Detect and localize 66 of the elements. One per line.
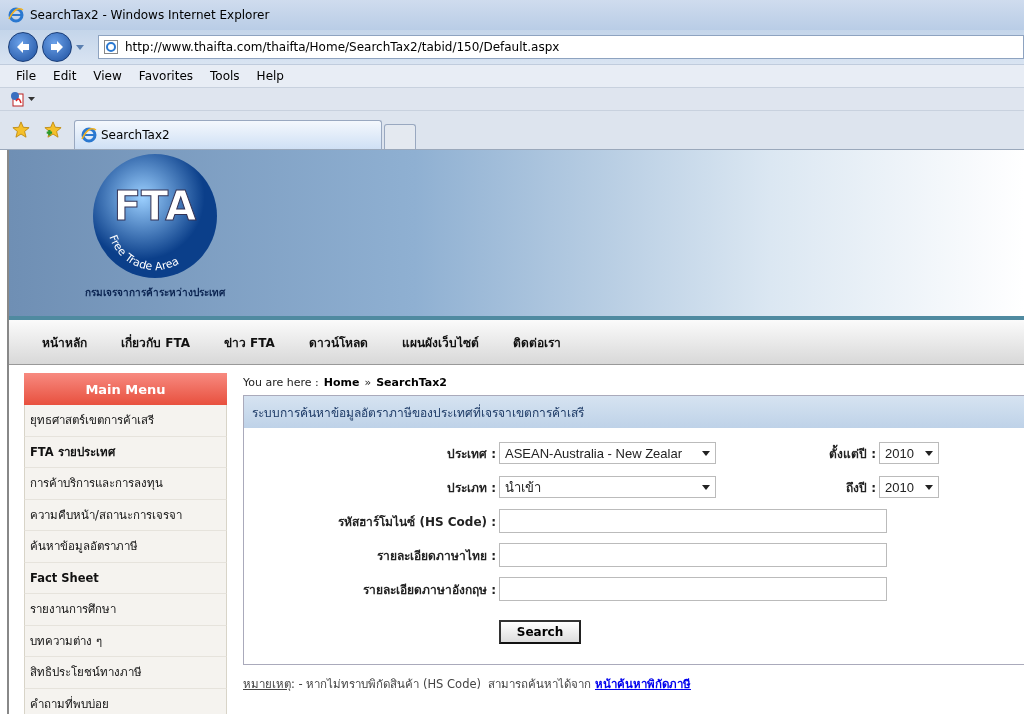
field-label: รายละเอียดภาษาไทย : bbox=[376, 547, 497, 565]
right-arrow-icon bbox=[49, 39, 65, 55]
input-field[interactable] bbox=[499, 577, 887, 601]
nav-link[interactable]: ข่าว FTA bbox=[206, 332, 292, 352]
input-field[interactable] bbox=[499, 543, 887, 567]
menu-item[interactable]: File bbox=[8, 69, 46, 83]
menu-header: Main Menu bbox=[24, 373, 227, 405]
field-label: ตั้งแต่ปี : bbox=[829, 443, 876, 463]
sidebar-item[interactable]: สิทธิประโยชน์ทางภาษี bbox=[24, 657, 227, 689]
star-icon[interactable] bbox=[12, 121, 30, 139]
menu-item[interactable]: Favorites bbox=[130, 69, 203, 83]
sidebar-item[interactable]: การค้าบริการและการลงทุน bbox=[24, 468, 227, 500]
dropdown-caret-icon bbox=[702, 484, 710, 490]
address-field[interactable]: http://www.thaifta.com/thaifta/Home/SearchTax2/tabid/150/Default.aspx bbox=[98, 35, 1024, 59]
dropdown-caret-icon bbox=[925, 484, 933, 490]
forward-button[interactable] bbox=[42, 32, 72, 62]
nav-link[interactable]: เกี่ยวกับ FTA bbox=[104, 332, 207, 352]
breadcrumb-label: You are here : bbox=[243, 376, 319, 389]
back-button[interactable] bbox=[8, 32, 38, 62]
breadcrumb-link[interactable]: Home bbox=[323, 376, 360, 389]
browser-logo-icon bbox=[8, 7, 24, 23]
sidebar-item[interactable]: บทความต่าง ๆ bbox=[24, 625, 227, 657]
breadcrumb-separator: » bbox=[364, 376, 372, 389]
dropdown[interactable]: 2010 bbox=[879, 442, 939, 464]
browser-logo-icon bbox=[81, 127, 97, 143]
input-field[interactable] bbox=[499, 509, 887, 533]
field-label: ถึงปี : bbox=[846, 479, 876, 497]
menu-item[interactable]: Help bbox=[248, 69, 293, 83]
sidebar-item[interactable]: ค้นหาข้อมูลอัตราภาษี bbox=[24, 531, 227, 563]
search-button[interactable]: Search bbox=[499, 620, 581, 644]
sidebar-item[interactable]: FTA รายประเทศ bbox=[24, 436, 227, 468]
nav-link[interactable]: ติดต่อเรา bbox=[495, 332, 578, 352]
pdf-icon[interactable] bbox=[10, 91, 36, 107]
url-text: http://www.thaifta.com/thaifta/Home/SearchTax2/tabid/150/Default.aspx bbox=[125, 40, 560, 54]
field-label: ประเภท : bbox=[446, 479, 497, 497]
sidebar-item[interactable]: Fact Sheet bbox=[24, 562, 227, 594]
note-label: หมายเหตุ bbox=[243, 677, 291, 691]
dropdown-caret-icon bbox=[925, 450, 933, 456]
dropdown[interactable]: ASEAN-Australia - New Zealar bbox=[499, 442, 716, 464]
dropdown[interactable]: นำเข้า bbox=[499, 476, 716, 498]
field-label: ประเทศ : bbox=[446, 445, 497, 463]
menu-item[interactable]: Tools bbox=[202, 69, 249, 83]
left-arrow-icon bbox=[15, 39, 31, 55]
sidebar-item[interactable]: รายงานการศึกษา bbox=[24, 594, 227, 626]
dropdown[interactable]: 2010 bbox=[879, 476, 939, 498]
browser-tab[interactable]: SearchTax2 bbox=[74, 120, 382, 149]
add-favorite-icon[interactable] bbox=[44, 121, 62, 139]
dropdown-caret-icon bbox=[702, 450, 710, 456]
menu-item[interactable]: Edit bbox=[45, 69, 86, 83]
field-label: รหัสฮาร์โมไนซ์ (HS Code) : bbox=[337, 513, 497, 531]
sidebar-item[interactable]: คำถามที่พบบ่อย bbox=[24, 688, 227, 714]
new-tab-button[interactable] bbox=[384, 124, 416, 149]
menu-item[interactable]: View bbox=[85, 69, 131, 83]
field-label: รายละเอียดภาษาอังกฤษ : bbox=[362, 581, 497, 599]
nav-link[interactable]: ดาวน์โหลด bbox=[291, 332, 385, 352]
page-icon bbox=[103, 39, 119, 55]
sidebar-item[interactable]: ความคืบหน้า/สถานะการเจรจา bbox=[24, 499, 227, 531]
breadcrumb-link[interactable]: SearchTax2 bbox=[376, 376, 447, 389]
sidebar-item[interactable]: ยุทธศาสตร์เขตการค้าเสรี bbox=[24, 405, 227, 437]
nav-link[interactable]: หน้าหลัก bbox=[25, 332, 104, 352]
window-title: SearchTax2 - Windows Internet Explorer bbox=[30, 8, 270, 22]
panel-title: ระบบการค้นหาข้อมูลอัตราภาษีของประเทศที่เจรจาเขตการค้าเสรี bbox=[244, 396, 1024, 428]
hs-code-search-link[interactable]: หน้าค้นหาพิกัดภาษี bbox=[595, 677, 691, 691]
note-text: : - หากไม่ทราบพิกัดสินค้า (HS Code) สามารถค้นหาได้จาก bbox=[291, 677, 592, 691]
dropdown-caret-icon[interactable] bbox=[76, 44, 84, 50]
nav-link[interactable]: แผนผังเว็บไซต์ bbox=[384, 332, 496, 352]
